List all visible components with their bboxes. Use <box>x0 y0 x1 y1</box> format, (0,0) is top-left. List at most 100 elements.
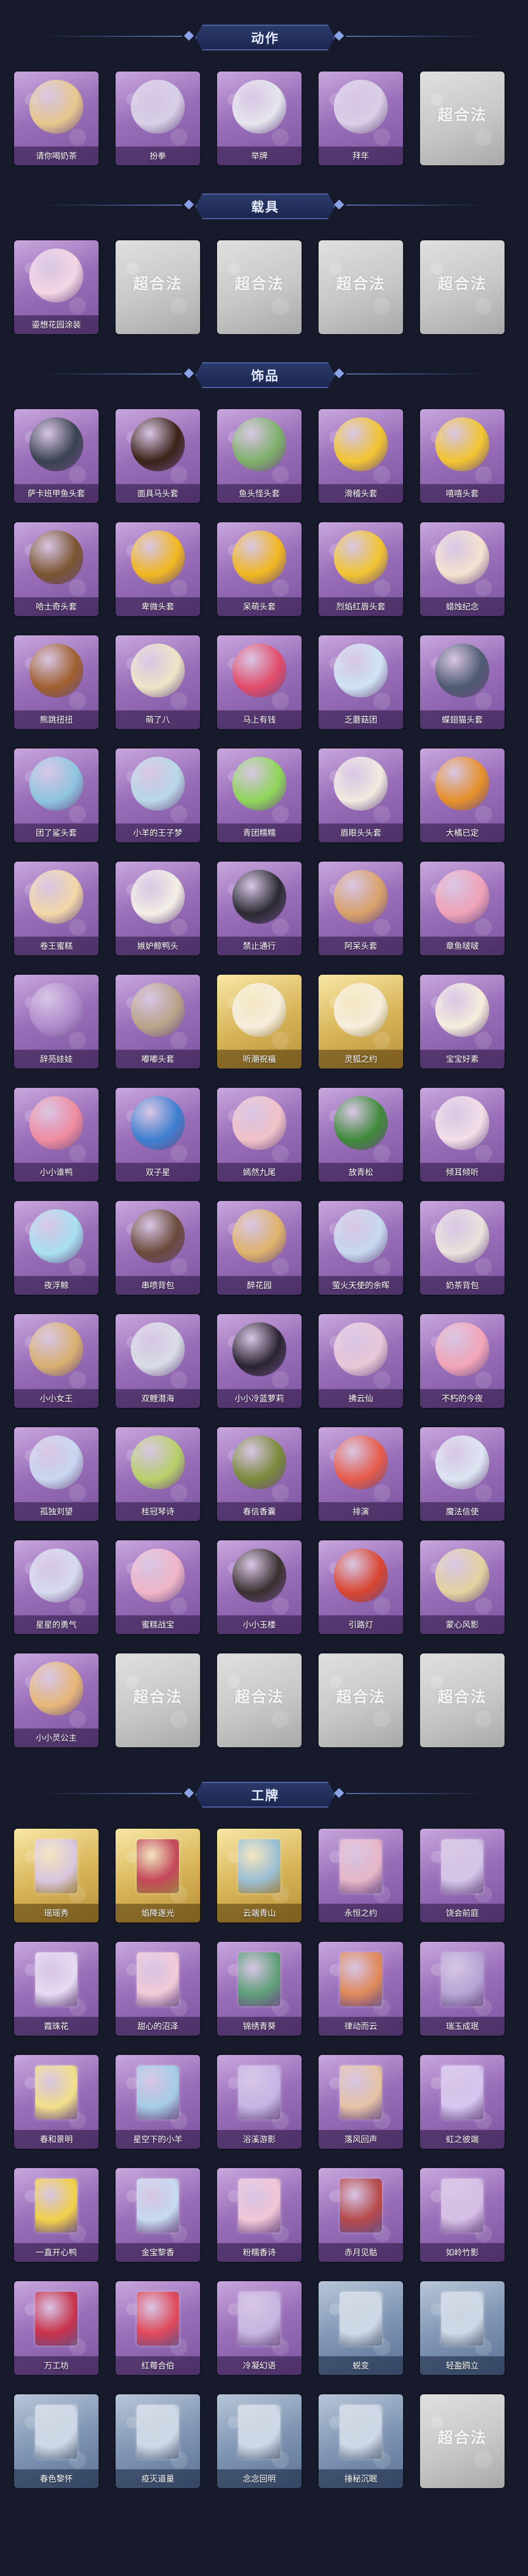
item-tile[interactable]: 卑微头套 <box>116 522 200 616</box>
item-tile[interactable]: 蒙心风影 <box>420 1540 505 1634</box>
item-tile[interactable]: 落风回声 <box>319 2055 403 2149</box>
locked-item-tile[interactable]: 超合法 <box>116 1653 200 1747</box>
item-tile[interactable]: 乏蘑菇团 <box>319 635 403 729</box>
item-tile[interactable]: 甜心的沼泽 <box>116 1942 200 2036</box>
item-tile[interactable]: 轻盈鸥立 <box>420 2281 505 2375</box>
item-tile[interactable]: 串喷背包 <box>116 1201 200 1295</box>
item-tile[interactable]: 禁止通行 <box>217 862 302 955</box>
item-tile[interactable]: 冷凝幻语 <box>217 2281 302 2375</box>
item-tile[interactable]: 蜡烛纪念 <box>420 522 505 616</box>
locked-item-tile[interactable]: 超合法 <box>217 1653 302 1747</box>
item-tile[interactable]: 烈焰红唇头套 <box>319 522 403 616</box>
item-tile[interactable]: 律动而云 <box>319 1942 403 2036</box>
item-tile[interactable]: 萤火天使的余晖 <box>319 1201 403 1295</box>
item-tile[interactable]: 眉眼头头套 <box>319 748 403 842</box>
item-tile[interactable]: 章鱼啵啵 <box>420 862 505 955</box>
item-tile[interactable]: 滑稽头套 <box>319 409 403 503</box>
item-tile[interactable]: 醉花园 <box>217 1201 302 1295</box>
item-tile[interactable]: 蝶翅猫头套 <box>420 635 505 729</box>
item-tile[interactable]: 虹之彼端 <box>420 2055 505 2149</box>
item-tile[interactable]: 夜浮鲸 <box>14 1201 99 1295</box>
item-tile[interactable]: 蜕变 <box>319 2281 403 2375</box>
item-tile[interactable]: 春和景明 <box>14 2055 99 2149</box>
item-tile[interactable]: 小小玉楼 <box>217 1540 302 1634</box>
item-tile[interactable]: 瑞玉成珉 <box>420 1942 505 2036</box>
item-tile[interactable]: 星星的勇气 <box>14 1540 99 1634</box>
item-tile[interactable]: 春色黎怀 <box>14 2394 99 2488</box>
item-tile[interactable]: 粉糯香诗 <box>217 2168 302 2262</box>
item-tile[interactable]: 一直开心鸭 <box>14 2168 99 2262</box>
item-tile[interactable]: 小小女王 <box>14 1314 99 1408</box>
item-tile[interactable]: 双子星 <box>116 1088 200 1182</box>
item-tile[interactable]: 春信香囊 <box>217 1427 302 1521</box>
item-tile[interactable]: 霞珠花 <box>14 1942 99 2036</box>
item-tile[interactable]: 嫉妒鲸鸭头 <box>116 862 200 955</box>
item-tile[interactable]: 魔法信使 <box>420 1427 505 1521</box>
item-tile[interactable]: 念念回明 <box>217 2394 302 2488</box>
item-tile[interactable]: 不朽的今夜 <box>420 1314 505 1408</box>
item-tile[interactable]: 卷王蜜糕 <box>14 862 99 955</box>
item-tile[interactable]: 面具马头套 <box>116 409 200 503</box>
item-tile[interactable]: 马上有钱 <box>217 635 302 729</box>
item-tile[interactable]: 团了鲨头套 <box>14 748 99 842</box>
item-tile[interactable]: 听潮祝福 <box>217 975 302 1068</box>
item-tile[interactable]: 举牌 <box>217 72 302 165</box>
item-tile[interactable]: 呆萌头套 <box>217 522 302 616</box>
locked-item-tile[interactable]: 超合法 <box>420 240 505 334</box>
locked-item-tile[interactable]: 超合法 <box>319 240 403 334</box>
item-tile[interactable]: 孤独刘望 <box>14 1427 99 1521</box>
item-tile[interactable]: 永恒之约 <box>319 1829 403 1922</box>
item-tile[interactable]: 小小谁鸭 <box>14 1088 99 1182</box>
item-tile[interactable]: 引路灯 <box>319 1540 403 1634</box>
item-tile[interactable]: 排演 <box>319 1427 403 1521</box>
locked-item-tile[interactable]: 超合法 <box>420 1653 505 1747</box>
item-tile[interactable]: 疫灭道量 <box>116 2394 200 2488</box>
item-tile[interactable]: 萨卡班甲鱼头套 <box>14 409 99 503</box>
item-tile[interactable]: 拜年 <box>319 72 403 165</box>
item-tile[interactable]: 嘟嘟头套 <box>116 975 200 1068</box>
locked-item-tile[interactable]: 超合法 <box>420 72 505 165</box>
item-tile[interactable]: 万工坊 <box>14 2281 99 2375</box>
item-tile[interactable]: 锦绣青葵 <box>217 1942 302 2036</box>
item-tile[interactable]: 如岭竹影 <box>420 2168 505 2262</box>
item-tile[interactable]: 红莓合伯 <box>116 2281 200 2375</box>
item-tile[interactable]: 大橘已定 <box>420 748 505 842</box>
item-tile[interactable]: 奶茶背包 <box>420 1201 505 1295</box>
item-tile[interactable]: 熊跳扭扭 <box>14 635 99 729</box>
item-tile[interactable]: 辞苑娃娃 <box>14 975 99 1068</box>
item-tile[interactable]: 金宝黎香 <box>116 2168 200 2262</box>
item-tile[interactable]: 赤月见骷 <box>319 2168 403 2262</box>
locked-item-tile[interactable]: 超合法 <box>116 240 200 334</box>
item-tile[interactable]: 萌了八 <box>116 635 200 729</box>
item-tile[interactable]: 蜜糕战宝 <box>116 1540 200 1634</box>
item-tile[interactable]: 放青松 <box>319 1088 403 1182</box>
item-tile[interactable]: 阿呆头套 <box>319 862 403 955</box>
item-tile[interactable]: 桂冠琴诗 <box>116 1427 200 1521</box>
item-tile[interactable]: 鎏想花园涂装 <box>14 240 99 334</box>
item-tile[interactable]: 小小冷蓝萝莉 <box>217 1314 302 1408</box>
item-tile[interactable]: 倾耳倾听 <box>420 1088 505 1182</box>
item-tile[interactable]: 哈士奇头套 <box>14 522 99 616</box>
locked-item-tile[interactable]: 超合法 <box>217 240 302 334</box>
item-tile[interactable]: 拂云仙 <box>319 1314 403 1408</box>
item-tile[interactable]: 星空下的小羊 <box>116 2055 200 2149</box>
item-tile[interactable]: 小羊的王子梦 <box>116 748 200 842</box>
locked-item-tile[interactable]: 超合法 <box>420 2394 505 2488</box>
item-tile[interactable]: 云端青山 <box>217 1829 302 1922</box>
item-tile[interactable]: 扮拳 <box>116 72 200 165</box>
item-tile[interactable]: 请你喝奶茶 <box>14 72 99 165</box>
item-tile[interactable]: 饶会前庭 <box>420 1829 505 1922</box>
item-tile[interactable]: 灵狐之约 <box>319 975 403 1068</box>
item-tile[interactable]: 宝宝好素 <box>420 975 505 1068</box>
locked-item-tile[interactable]: 超合法 <box>319 1653 403 1747</box>
item-tile[interactable]: 小小灵公主 <box>14 1653 99 1747</box>
item-tile[interactable]: 青团糯糯 <box>217 748 302 842</box>
item-tile[interactable]: 嘻嘻头套 <box>420 409 505 503</box>
item-tile[interactable]: 瑶瑶秀 <box>14 1829 99 1922</box>
item-tile[interactable]: 鱼头怪头套 <box>217 409 302 503</box>
item-tile[interactable]: 捶秘沉眠 <box>319 2394 403 2488</box>
item-tile[interactable]: 焰降逐光 <box>116 1829 200 1922</box>
item-tile[interactable]: 嫣然九尾 <box>217 1088 302 1182</box>
item-tile[interactable]: 浴溪游影 <box>217 2055 302 2149</box>
item-tile[interactable]: 双鲤潜海 <box>116 1314 200 1408</box>
